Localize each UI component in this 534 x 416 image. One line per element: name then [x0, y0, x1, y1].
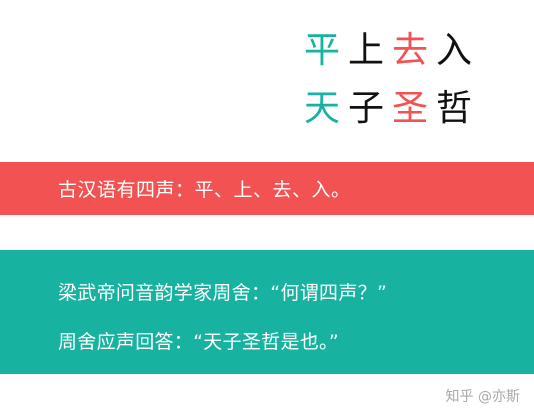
teal-banner: 梁武帝问音韵学家周舍：“何谓四声？” 周舍应声回答：“天子圣哲是也。” — [0, 250, 534, 374]
tone-names-row: 平 上 去 入 — [300, 22, 490, 80]
answer-line: 周舍应声回答：“天子圣哲是也。” — [58, 331, 339, 353]
tone-shang-char: 上 — [347, 30, 384, 71]
example-zhe-char: 哲 — [435, 88, 472, 129]
example-zi-char: 子 — [347, 88, 384, 129]
tone-ru-char: 入 — [435, 30, 472, 71]
zhihu-watermark: 知乎 @亦斯 — [445, 389, 520, 405]
example-sheng-char: 圣 — [391, 88, 428, 129]
tone-qu-char: 去 — [391, 30, 428, 71]
four-tones-statement: 古汉语有四声：平、上、去、入。 — [58, 179, 351, 201]
example-words-row: 天 子 圣 哲 — [300, 80, 490, 138]
four-tones-title-block: 平 上 去 入 天 子 圣 哲 — [300, 22, 490, 138]
tone-ping-char: 平 — [303, 30, 340, 71]
question-line: 梁武帝问音韵学家周舍：“何谓四声？” — [58, 282, 388, 304]
red-banner: 古汉语有四声：平、上、去、入。 — [0, 162, 534, 215]
example-tian-char: 天 — [303, 88, 340, 129]
